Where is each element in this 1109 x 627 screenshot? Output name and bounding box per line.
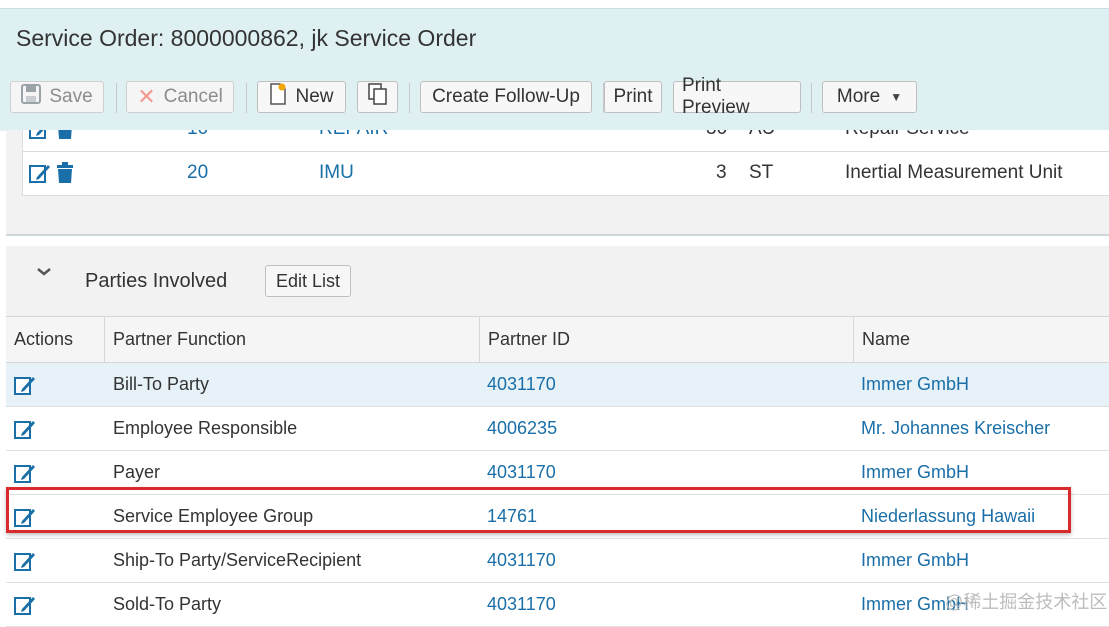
item-description: Repair Service (845, 130, 970, 140)
quantity: 30 (706, 130, 727, 140)
column-header-partner-function[interactable]: Partner Function (105, 317, 480, 362)
quantity: 3 (716, 162, 727, 183)
edit-icon[interactable] (14, 550, 36, 572)
collapse-chevron-icon[interactable] (36, 264, 52, 282)
partner-id-link[interactable]: 4006235 (487, 418, 557, 439)
column-header-partner-id[interactable]: Partner ID (480, 317, 854, 362)
item-description: Inertial Measurement Unit (845, 162, 1063, 183)
table-row[interactable]: Payer 4031170 Immer GmbH (6, 451, 1109, 495)
partner-id-link[interactable]: 4031170 (487, 462, 556, 483)
partner-function: Service Employee Group (113, 506, 314, 526)
delete-icon[interactable] (55, 162, 75, 190)
edit-icon[interactable] (29, 162, 51, 190)
toolbar-separator (811, 83, 812, 113)
partner-function: Payer (113, 462, 161, 482)
partner-function: Bill-To Party (113, 374, 210, 394)
partner-name-link[interactable]: Immer GmbH (861, 550, 969, 571)
partner-name-link[interactable]: Immer GmbH (861, 462, 969, 483)
save-button[interactable]: Save (10, 81, 104, 113)
partner-name-link[interactable]: Mr. Johannes Kreischer (861, 418, 1050, 439)
more-label: More (836, 86, 881, 107)
edit-icon[interactable] (14, 506, 36, 528)
print-preview-button[interactable]: Print Preview (673, 75, 801, 118)
table-row: 20 IMU 3 ST Inertial Measurement Unit (23, 152, 1109, 196)
new-label: New (295, 86, 334, 107)
partner-id-link[interactable]: 14761 (487, 506, 537, 527)
caret-down-icon: ▼ (890, 90, 903, 104)
copy-icon (367, 83, 388, 111)
table-row[interactable]: Ship-To Party/ServiceRecipient 4031170 I… (6, 539, 1109, 583)
unit: AU (749, 130, 775, 140)
section-title: Parties Involved (85, 270, 228, 292)
table-header: Actions Partner Function Partner ID Name (6, 316, 1109, 363)
partner-name-link[interactable]: Immer GmbH (861, 374, 969, 395)
partner-id-link[interactable]: 4031170 (487, 374, 556, 395)
edit-icon[interactable] (14, 374, 36, 396)
items-table: 10 REPAIR 30 AU Repair Service 20 IMU 3 … (22, 130, 1109, 196)
new-button[interactable]: New (257, 81, 346, 113)
table-row[interactable]: Service Employee Group 14761 Niederlassu… (6, 495, 1109, 539)
print-button[interactable]: Print (604, 81, 662, 113)
product-link[interactable]: REPAIR (319, 130, 388, 140)
partner-id-link[interactable]: 4031170 (487, 594, 556, 615)
copy-button[interactable] (357, 81, 398, 113)
watermark: @稀土掘金技术社区 (945, 592, 1108, 612)
parties-table: Actions Partner Function Partner ID Name… (6, 316, 1109, 627)
table-row[interactable]: Bill-To Party 4031170 Immer GmbH (6, 363, 1109, 407)
cancel-x-icon: ✕ (137, 84, 156, 109)
toolbar-separator (116, 83, 117, 113)
edit-list-button[interactable]: Edit List (265, 265, 351, 297)
partner-function: Ship-To Party/ServiceRecipient (113, 550, 362, 570)
edit-icon[interactable] (14, 418, 36, 440)
create-follow-up-button[interactable]: Create Follow-Up (420, 81, 592, 113)
table-row: 10 REPAIR 30 AU Repair Service (23, 130, 1109, 152)
partner-name-link[interactable]: Niederlassung Hawaii (861, 506, 1035, 527)
cancel-button[interactable]: ✕ Cancel (126, 81, 234, 113)
partner-function: Sold-To Party (113, 594, 222, 614)
column-header-actions[interactable]: Actions (6, 317, 105, 362)
toolbar-separator (246, 83, 247, 113)
item-number-link[interactable]: 20 (187, 162, 208, 184)
section-divider (6, 234, 1109, 236)
page-title: Service Order: 8000000862, jk Service Or… (16, 25, 477, 51)
save-label: Save (49, 86, 93, 107)
more-button[interactable]: More ▼ (822, 81, 917, 113)
delete-icon[interactable] (55, 130, 75, 146)
table-row[interactable]: Sold-To Party 4031170 Immer GmbH (6, 583, 1109, 627)
column-header-name[interactable]: Name (854, 317, 1109, 362)
edit-icon[interactable] (29, 130, 51, 146)
object-header: Service Order: 8000000862, jk Service Or… (0, 8, 1109, 131)
create-follow-up-label: Create Follow-Up (432, 86, 580, 107)
cancel-label: Cancel (163, 86, 223, 107)
edit-icon[interactable] (14, 462, 36, 484)
toolbar-separator (409, 83, 410, 113)
print-label: Print (613, 86, 653, 107)
edit-icon[interactable] (14, 594, 36, 616)
print-preview-label: Print Preview (682, 75, 750, 118)
partner-function: Employee Responsible (113, 418, 298, 438)
unit: ST (749, 162, 774, 183)
new-document-icon (269, 83, 287, 111)
parties-involved-section: Parties Involved Edit List Actions Partn… (6, 246, 1109, 627)
table-row[interactable]: Employee Responsible 4006235 Mr. Johanne… (6, 407, 1109, 451)
partner-id-link[interactable]: 4031170 (487, 550, 556, 571)
item-number-link[interactable]: 10 (187, 130, 208, 140)
items-section: 10 REPAIR 30 AU Repair Service 20 IMU 3 … (6, 130, 1109, 234)
product-link[interactable]: IMU (319, 162, 354, 184)
save-icon (21, 84, 42, 110)
